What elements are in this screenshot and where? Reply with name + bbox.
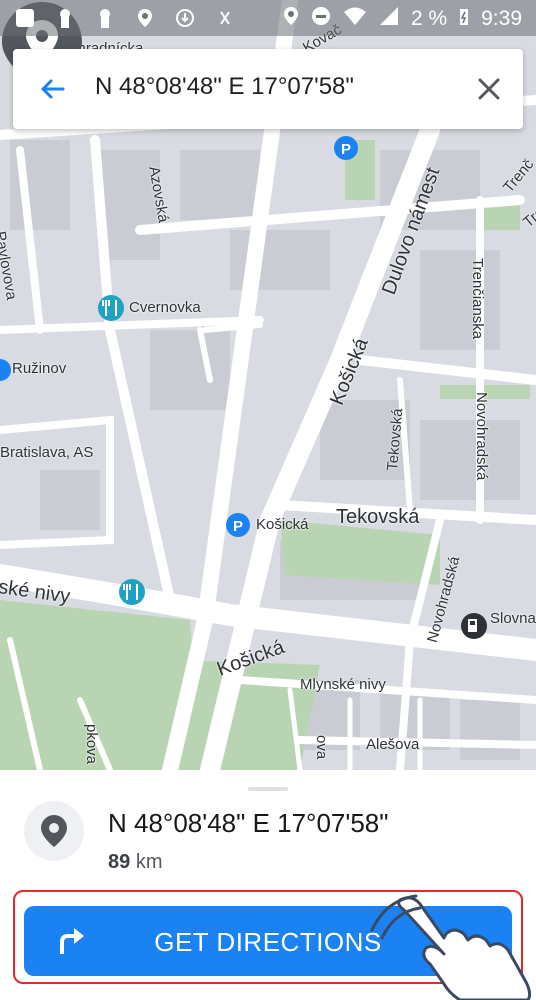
map-label-kosicka-poi: Košická [256,516,309,533]
parking-icon-kosicka: P [226,513,250,537]
battery-charging-icon [459,6,469,32]
search-query[interactable]: N 48°08'48" E 17°07'58" [95,73,354,101]
location-status-icon [134,7,156,29]
sync-status-icon [174,7,196,29]
wifi-icon [343,6,367,32]
keyhole-icon [54,7,76,29]
battery-percent: 2 % [410,7,448,30]
back-arrow-icon[interactable] [37,73,69,105]
distance-unit: km [135,851,163,873]
map-label-bratislava-as: Bratislava, AS [0,444,94,461]
map-label-ruzinov: Ružinov [12,360,67,377]
close-icon[interactable] [475,75,503,103]
place-title: N 48°08'48" E 17°07'58" [108,808,389,838]
map-label-mlynske-nivy: Mlynské nivy [300,676,386,693]
place-distance: 89 km [108,851,162,874]
map-label-alesova: Alešova [366,736,420,753]
place-marker-icon [24,801,84,861]
location-indicator-icon [283,6,299,32]
do-not-disturb-icon [311,6,331,32]
search-bar[interactable]: N 48°08'48" E 17°07'58" [13,49,523,129]
parking-icon-top: P [334,136,358,160]
more-notifications-icon [214,7,236,29]
fuel-icon [461,613,487,639]
restaurant-icon-nivy [119,579,145,605]
signal-icon [379,6,399,32]
clock: 9:39 [481,7,522,30]
distance-value: 89 [108,851,131,873]
map-label-slovna: Slovna [490,610,536,627]
map-label-misc-c: pkova [83,724,100,765]
restaurant-icon-cervnovka [98,295,124,321]
svg-text:P: P [233,518,243,535]
sheet-drag-handle[interactable] [248,787,288,791]
map-label-misc-b: ova [313,735,330,760]
map-label-trencianska-2: Trenčianska [469,258,486,340]
svg-text:P: P [341,141,351,158]
notification-app-icon [14,7,36,29]
keyhole-icon-2 [94,7,116,29]
map-label-novohradska-1: Novohradská [473,392,490,481]
map-label-cervnovka: Cvernovka [129,299,201,316]
tap-hand-icon [370,894,532,1000]
map-label-tekovska-2: Tekovská [336,506,420,528]
status-bar: 2 % 9:39 [0,0,536,36]
